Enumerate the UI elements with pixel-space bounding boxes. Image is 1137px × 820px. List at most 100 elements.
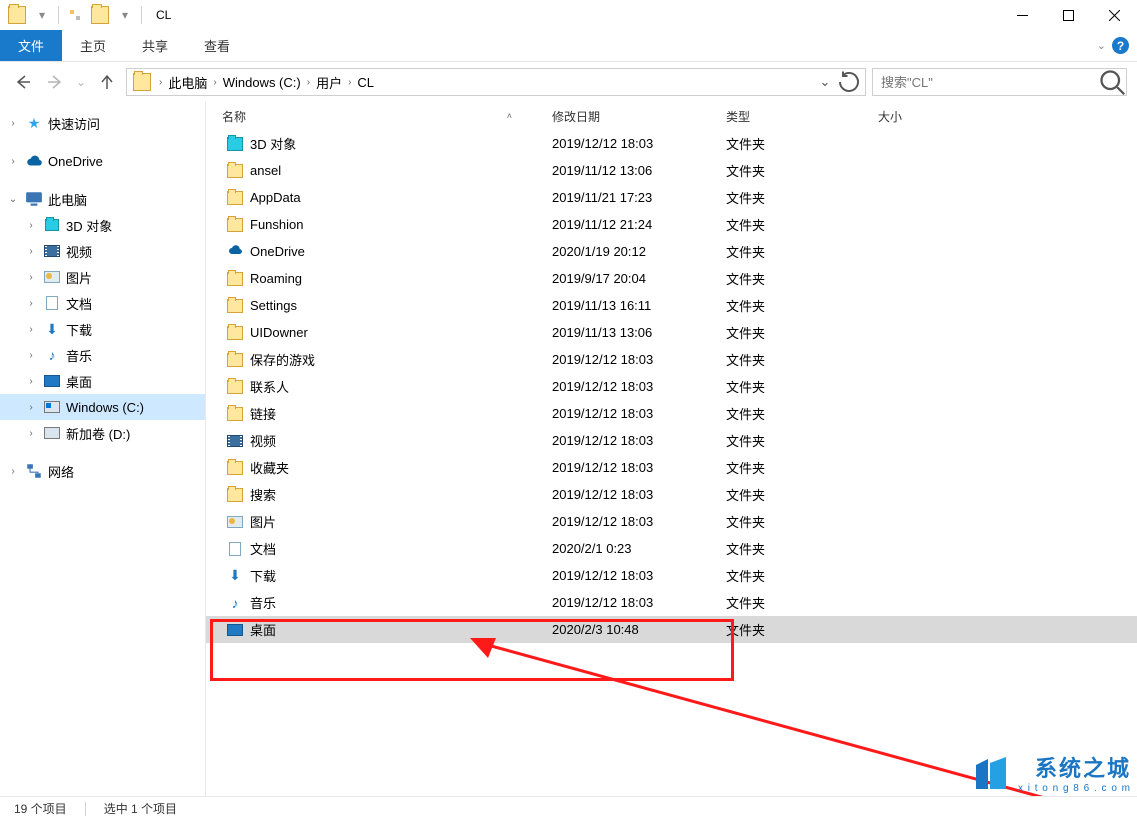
file-row[interactable]: ⬇下载2019/12/12 18:03文件夹 — [206, 562, 1137, 589]
history-dropdown[interactable]: ⌄ — [74, 69, 88, 95]
chevron-right-icon[interactable]: › — [24, 402, 38, 413]
file-row[interactable]: ansel2019/11/12 13:06文件夹 — [206, 157, 1137, 184]
tree-item-icon — [43, 424, 61, 442]
sidebar-item[interactable]: ›新加卷 (D:) — [0, 420, 205, 446]
chevron-right-icon[interactable]: › — [346, 77, 353, 88]
sidebar-item[interactable]: ›⬇下载 — [0, 316, 205, 342]
file-icon: ⬇ — [226, 567, 244, 585]
refresh-icon[interactable] — [837, 70, 861, 94]
address-actions: ⌄ — [813, 70, 865, 94]
tree-quick-access[interactable]: › ★ 快速访问 — [0, 110, 205, 136]
sidebar-item[interactable]: › Windows (C:) — [0, 394, 205, 420]
file-name: AppData — [250, 190, 301, 205]
tab-home[interactable]: 主页 — [62, 30, 124, 61]
chevron-right-icon[interactable]: › — [157, 77, 164, 88]
column-name[interactable]: 名称 ˄ — [206, 102, 544, 130]
file-icon — [226, 513, 244, 531]
chevron-down-icon[interactable]: ⌄ — [6, 194, 20, 205]
file-row[interactable]: Settings2019/11/13 16:11文件夹 — [206, 292, 1137, 319]
file-date: 2019/12/12 18:03 — [544, 460, 718, 475]
chevron-down-icon[interactable]: ⌄ — [1097, 39, 1106, 52]
back-button[interactable] — [10, 69, 36, 95]
file-row[interactable]: AppData2019/11/21 17:23文件夹 — [206, 184, 1137, 211]
chevron-right-icon[interactable]: › — [24, 324, 38, 335]
forward-button[interactable] — [42, 69, 68, 95]
tree-label: 桌面 — [66, 372, 92, 391]
sidebar-item[interactable]: ›视频 — [0, 238, 205, 264]
chevron-right-icon[interactable]: › — [24, 428, 38, 439]
search-input[interactable] — [873, 75, 1098, 90]
file-icon — [226, 621, 244, 639]
tab-view[interactable]: 查看 — [186, 30, 248, 61]
breadcrumb[interactable]: 用户 — [312, 69, 346, 95]
tree-item-icon — [43, 242, 61, 260]
file-name: UIDowner — [250, 325, 308, 340]
properties-icon[interactable] — [65, 5, 85, 25]
sidebar-item[interactable]: ›♪音乐 — [0, 342, 205, 368]
file-icon — [226, 270, 244, 288]
file-row[interactable]: OneDrive2020/1/19 20:12文件夹 — [206, 238, 1137, 265]
file-row[interactable]: 3D 对象2019/12/12 18:03文件夹 — [206, 130, 1137, 157]
maximize-button[interactable] — [1045, 0, 1091, 30]
sidebar-item[interactable]: ›图片 — [0, 264, 205, 290]
column-date[interactable]: 修改日期 — [544, 102, 718, 130]
file-row[interactable]: 文档2020/2/1 0:23文件夹 — [206, 535, 1137, 562]
column-size[interactable]: 大小 — [870, 102, 990, 130]
breadcrumb[interactable]: Windows (C:) — [219, 69, 305, 95]
chevron-right-icon[interactable]: › — [24, 246, 38, 257]
chevron-right-icon[interactable]: › — [24, 298, 38, 309]
chevron-right-icon[interactable]: › — [6, 466, 20, 477]
sidebar-item[interactable]: › 3D 对象 — [0, 212, 205, 238]
chevron-right-icon[interactable]: › — [24, 220, 38, 231]
file-row[interactable]: 视频2019/12/12 18:03文件夹 — [206, 427, 1137, 454]
file-row[interactable]: 联系人2019/12/12 18:03文件夹 — [206, 373, 1137, 400]
tree-this-pc[interactable]: ⌄ 此电脑 — [0, 186, 205, 212]
file-row[interactable]: Funshion2019/11/12 21:24文件夹 — [206, 211, 1137, 238]
file-type: 文件夹 — [718, 188, 870, 207]
breadcrumb[interactable]: CL — [353, 69, 378, 95]
help-icon[interactable]: ? — [1112, 37, 1129, 54]
file-row[interactable]: 收藏夹2019/12/12 18:03文件夹 — [206, 454, 1137, 481]
chevron-right-icon[interactable]: › — [305, 77, 312, 88]
file-row[interactable]: 桌面2020/2/3 10:48文件夹 — [206, 616, 1137, 643]
chevron-right-icon[interactable]: › — [24, 272, 38, 283]
search-icon[interactable] — [1098, 68, 1126, 96]
close-button[interactable] — [1091, 0, 1137, 30]
chevron-right-icon[interactable]: › — [6, 118, 20, 129]
file-row[interactable]: 链接2019/12/12 18:03文件夹 — [206, 400, 1137, 427]
tree-label: Windows (C:) — [66, 400, 144, 415]
tree-onedrive[interactable]: › OneDrive — [0, 148, 205, 174]
qat-menu-icon[interactable]: ▾ — [32, 5, 52, 25]
file-row[interactable]: 图片2019/12/12 18:03文件夹 — [206, 508, 1137, 535]
tree-network[interactable]: › 网络 — [0, 458, 205, 484]
chevron-right-icon[interactable]: › — [24, 350, 38, 361]
file-row[interactable]: ♪音乐2019/12/12 18:03文件夹 — [206, 589, 1137, 616]
file-date: 2019/12/12 18:03 — [544, 379, 718, 394]
tree-label: 快速访问 — [48, 114, 100, 133]
file-row[interactable]: Roaming2019/9/17 20:04文件夹 — [206, 265, 1137, 292]
chevron-right-icon[interactable]: › — [211, 77, 218, 88]
breadcrumb[interactable]: 此电脑 — [164, 69, 211, 95]
chevron-right-icon[interactable]: › — [6, 156, 20, 167]
file-name: 联系人 — [250, 377, 289, 396]
search-box[interactable] — [872, 68, 1127, 96]
qat-overflow-icon[interactable]: ▾ — [115, 5, 135, 25]
dropdown-icon[interactable]: ⌄ — [813, 70, 837, 94]
chevron-right-icon[interactable]: › — [24, 376, 38, 387]
tree-label: 3D 对象 — [66, 216, 112, 235]
tab-share[interactable]: 共享 — [124, 30, 186, 61]
file-date: 2019/12/12 18:03 — [544, 487, 718, 502]
sidebar-item[interactable]: › 桌面 — [0, 368, 205, 394]
address-bar[interactable]: › 此电脑 › Windows (C:) › 用户 › CL ⌄ — [126, 68, 866, 96]
sidebar-item[interactable]: ›文档 — [0, 290, 205, 316]
tab-file[interactable]: 文件 — [0, 30, 62, 61]
file-icon — [226, 135, 244, 153]
column-type[interactable]: 类型 — [718, 102, 870, 130]
file-row[interactable]: 搜索2019/12/12 18:03文件夹 — [206, 481, 1137, 508]
up-button[interactable] — [94, 69, 120, 95]
minimize-button[interactable] — [999, 0, 1045, 30]
watermark-title: 系统之城 — [1018, 751, 1131, 783]
file-type: 文件夹 — [718, 134, 870, 153]
file-row[interactable]: 保存的游戏2019/12/12 18:03文件夹 — [206, 346, 1137, 373]
file-row[interactable]: UIDowner2019/11/13 13:06文件夹 — [206, 319, 1137, 346]
